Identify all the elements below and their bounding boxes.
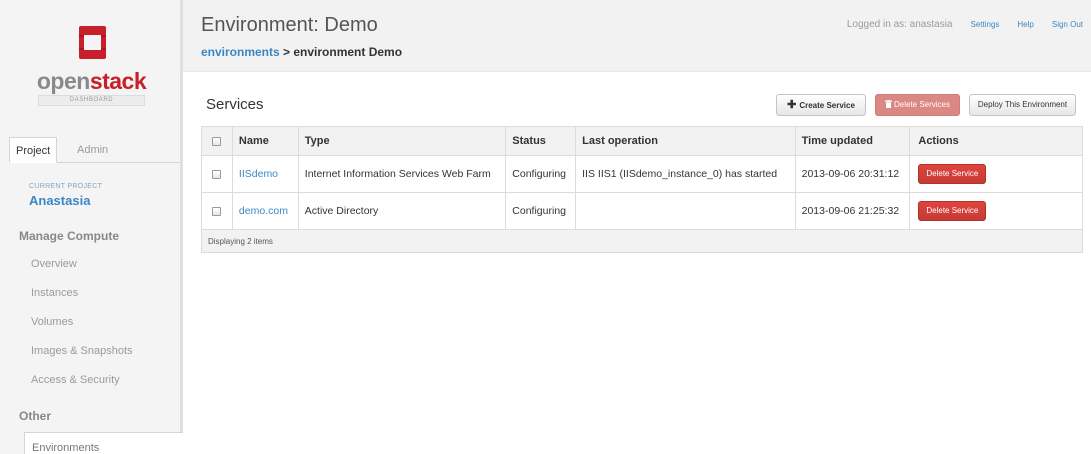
table-row: IISdemo Internet Information Services We… — [202, 156, 1082, 193]
sidebar-item-label: Environments — [32, 442, 100, 454]
sidebar-item-access-security[interactable]: Access & Security — [31, 374, 120, 386]
sidebar: openstack DASHBOARD Project Admin CURREN… — [0, 0, 183, 454]
column-header-status[interactable]: Status — [506, 127, 577, 155]
service-status-cell: Configuring — [506, 156, 577, 192]
time-updated-cell: 2013-09-06 20:31:12 — [796, 156, 911, 192]
logo-wordmark: openstack — [0, 68, 183, 95]
openstack-cube-icon — [79, 26, 106, 59]
create-service-button[interactable]: ✚ Create Service — [776, 94, 866, 116]
logo[interactable]: openstack DASHBOARD — [0, 0, 180, 128]
breadcrumb-separator: > — [279, 45, 294, 59]
table-header-row: Name Type Status Last operation Time upd… — [202, 127, 1082, 156]
sidebar-item-images-snapshots[interactable]: Images & Snapshots — [31, 345, 133, 357]
section-manage-compute[interactable]: Manage Compute — [19, 229, 119, 243]
row-select-cell — [202, 156, 233, 192]
delete-services-button[interactable]: Delete Services — [875, 94, 960, 116]
time-updated-cell: 2013-09-06 21:25:32 — [796, 193, 911, 229]
sidebar-item-environments[interactable]: Environments — [24, 432, 183, 454]
help-link[interactable]: Help — [1017, 20, 1033, 29]
actions-cell: Delete Service — [910, 193, 1082, 229]
sidebar-item-overview[interactable]: Overview — [31, 258, 77, 270]
table-row: demo.com Active Directory Configuring 20… — [202, 193, 1082, 230]
service-name-cell: IISdemo — [233, 156, 299, 192]
column-header-last-operation[interactable]: Last operation — [576, 127, 796, 155]
plus-icon: ✚ — [787, 99, 797, 111]
service-name-link[interactable]: IISdemo — [239, 168, 278, 180]
user-bar: Logged in as: anastasia Settings Help Sign … — [847, 19, 1083, 30]
service-name-link[interactable]: demo.com — [239, 205, 288, 217]
tab-admin[interactable]: Admin — [71, 137, 114, 163]
current-project-name[interactable]: Anastasia — [29, 193, 90, 208]
service-status-cell: Configuring — [506, 193, 577, 229]
actions-cell: Delete Service — [910, 156, 1082, 192]
row-select-cell — [202, 193, 233, 229]
select-all-checkbox[interactable] — [212, 136, 222, 146]
column-header-actions: Actions — [918, 135, 959, 147]
logo-stack: stack — [89, 68, 147, 94]
page-header: Environment: Demo environments > environ… — [183, 0, 1091, 72]
table-footer: Displaying 2 items — [202, 230, 1082, 252]
sidebar-item-instances[interactable]: Instances — [31, 287, 78, 299]
services-table: Name Type Status Last operation Time upd… — [201, 126, 1083, 253]
column-header-type[interactable]: Type — [299, 127, 507, 155]
column-header-time-updated[interactable]: Time updated — [796, 127, 911, 155]
deploy-environment-button[interactable]: Deploy This Environment — [969, 94, 1076, 116]
service-type-cell: Active Directory — [299, 193, 507, 229]
delete-services-label: Delete Services — [893, 100, 951, 109]
logo-subtitle: DASHBOARD — [38, 95, 145, 106]
column-header-name[interactable]: Name — [233, 127, 299, 155]
services-title: Services — [206, 96, 264, 113]
delete-service-button[interactable]: Delete Service — [918, 201, 987, 221]
breadcrumb-environments-link[interactable]: environments — [201, 45, 280, 59]
sidebar-item-volumes[interactable]: Volumes — [31, 316, 73, 328]
tab-project[interactable]: Project — [9, 137, 57, 163]
page-title: Environment: Demo — [201, 14, 378, 36]
breadcrumb: environments > environment Demo — [201, 45, 402, 59]
dashboard-tabs: Project Admin — [9, 137, 180, 163]
sign-out-link[interactable]: Sign Out — [1052, 20, 1083, 29]
service-name-cell: demo.com — [233, 193, 299, 229]
service-type-cell: Internet Information Services Web Farm — [299, 156, 507, 192]
trash-icon — [884, 100, 892, 108]
delete-service-button[interactable]: Delete Service — [918, 164, 987, 184]
logo-open: open — [36, 68, 90, 94]
row-checkbox[interactable] — [212, 169, 222, 179]
last-operation-cell: IIS IIS1 (IISdemo_instance_0) has starte… — [576, 156, 796, 192]
select-all-cell — [202, 127, 233, 155]
current-project-label: CURRENT PROJECT — [29, 183, 103, 190]
logged-in-text: Logged in as: anastasia — [846, 19, 953, 30]
last-operation-cell — [576, 193, 796, 229]
breadcrumb-current: environment Demo — [293, 45, 403, 59]
create-service-label: Create Service — [799, 101, 855, 110]
row-checkbox[interactable] — [212, 206, 222, 216]
section-other[interactable]: Other — [19, 409, 51, 423]
settings-link[interactable]: Settings — [971, 20, 1000, 29]
